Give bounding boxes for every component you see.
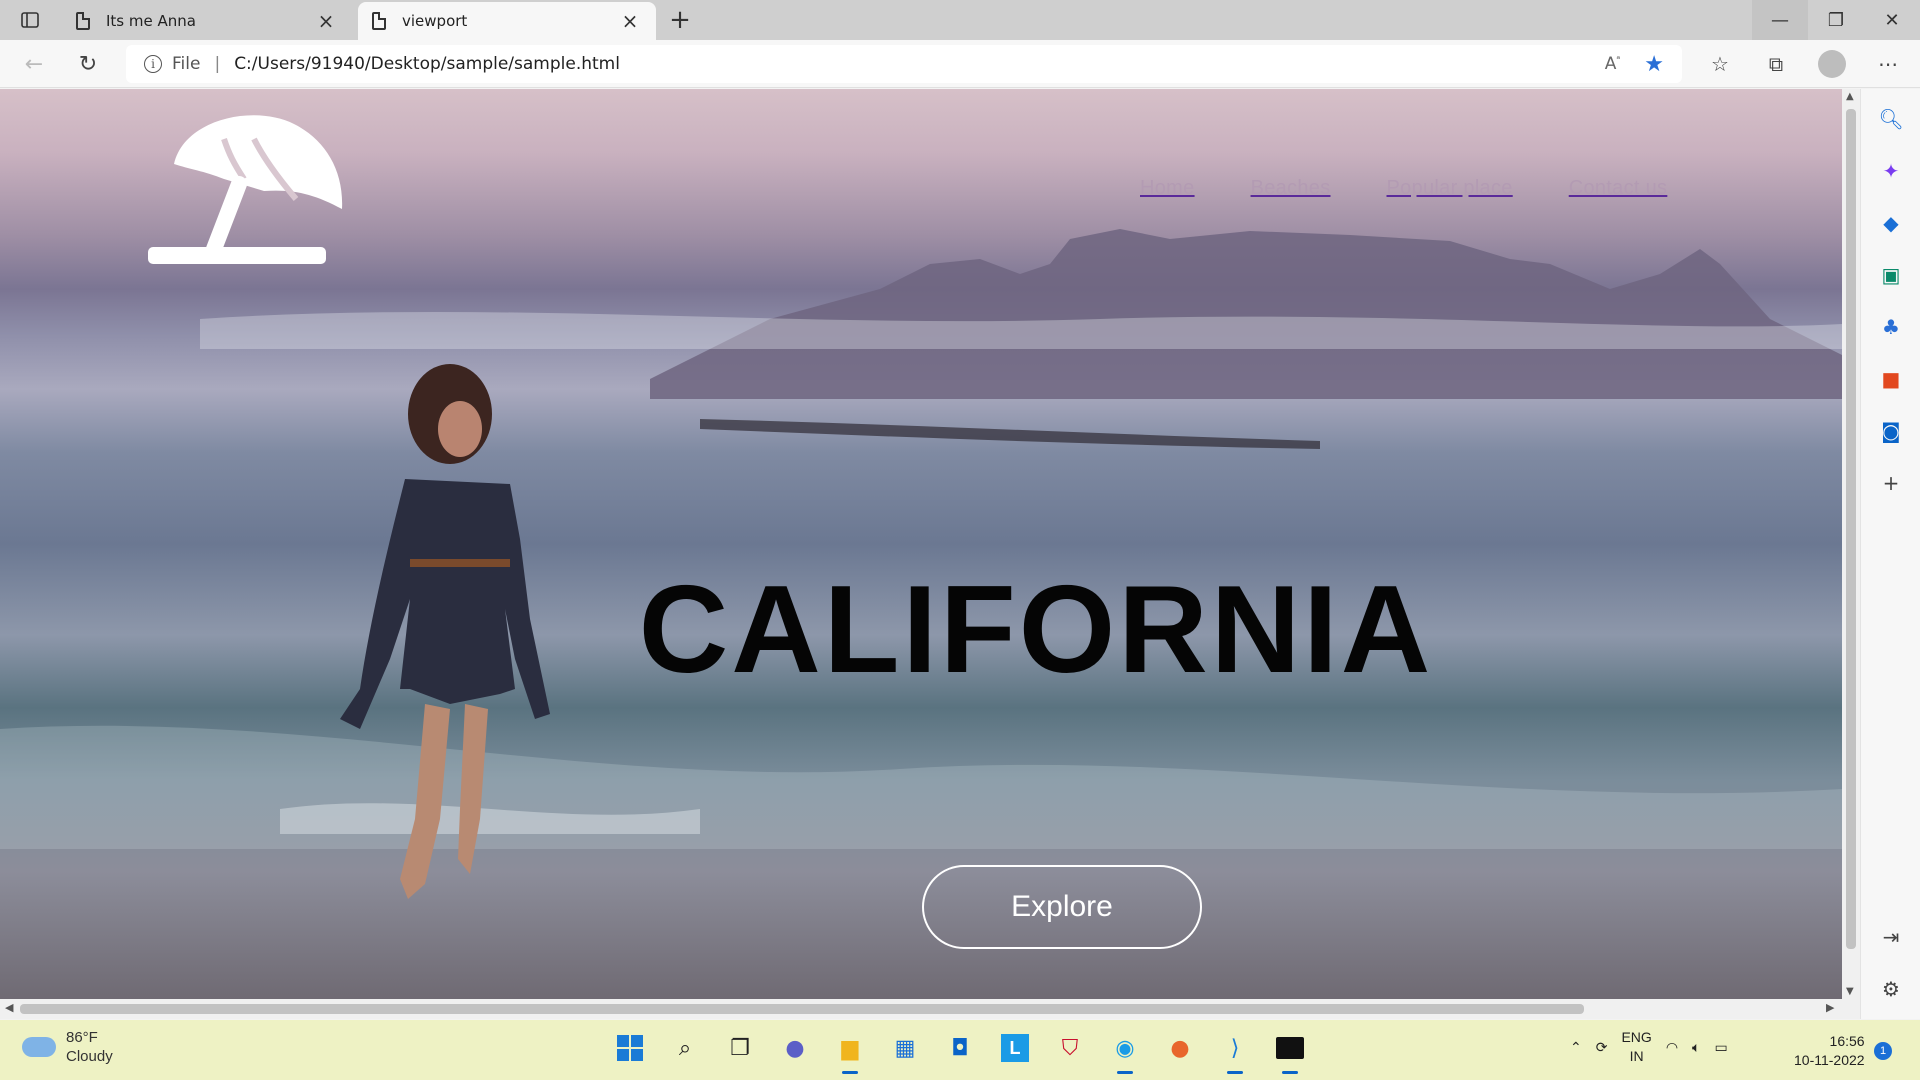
close-window-button[interactable]: ✕: [1864, 0, 1920, 40]
weather-condition: Cloudy: [66, 1048, 113, 1065]
firefox-icon[interactable]: ●: [1160, 1028, 1200, 1068]
search-taskbar-icon[interactable]: ⌕: [665, 1028, 705, 1068]
tab-actions-icon[interactable]: [10, 5, 50, 35]
outlook-icon[interactable]: ◙: [1879, 419, 1903, 443]
games-icon[interactable]: ♣: [1879, 315, 1903, 339]
battery-icon[interactable]: ▭: [1714, 1039, 1727, 1056]
mcafee-icon[interactable]: ⛉: [1050, 1028, 1090, 1068]
read-aloud-icon[interactable]: Aᵃ: [1605, 54, 1621, 74]
tab-label: viewport: [402, 12, 468, 30]
weather-temp: 86°F: [66, 1029, 98, 1046]
address-separator: |: [214, 54, 221, 74]
beach-umbrella-logo-icon[interactable]: [144, 109, 350, 265]
browser-titlebar: Its me Anna × viewport × + — ❐ ✕: [0, 0, 1920, 40]
vertical-scrollbar[interactable]: ▲ ▼: [1842, 89, 1860, 999]
nav-link-popular-place[interactable]: Popular place: [1387, 177, 1513, 200]
copilot-sparkle-icon[interactable]: ✦: [1879, 159, 1903, 183]
more-menu-icon[interactable]: ⋯: [1860, 40, 1916, 88]
new-tab-button[interactable]: +: [664, 4, 696, 36]
language-code: ENG: [1621, 1029, 1652, 1045]
start-windows-icon[interactable]: [610, 1028, 650, 1068]
shopping-tag-icon[interactable]: ◆: [1879, 211, 1903, 235]
vertical-scroll-thumb[interactable]: [1846, 109, 1856, 949]
tab-viewport[interactable]: viewport ×: [358, 2, 656, 40]
close-tab-icon[interactable]: ×: [314, 9, 338, 33]
scroll-left-icon[interactable]: ◀: [5, 1001, 13, 1014]
scroll-down-icon[interactable]: ▼: [1846, 986, 1854, 997]
restore-button[interactable]: ❐: [1808, 0, 1864, 40]
toolbar-icons: ☆ ⧉ ⋯: [1692, 40, 1916, 88]
address-url[interactable]: C:/Users/91940/Desktop/sample/sample.htm…: [234, 54, 1605, 74]
address-scheme: File: [172, 54, 201, 74]
cloud-icon: [22, 1037, 56, 1057]
refresh-icon[interactable]: ↻: [72, 48, 104, 80]
teams-chat-icon[interactable]: ●: [775, 1028, 815, 1068]
page-viewport: Home Beaches Popular place Contact us CA…: [0, 89, 1842, 999]
volume-icon[interactable]: 🔈︎: [1692, 1039, 1700, 1056]
system-tray: ⌃ ⟳ ENG IN ◠ 🔈︎ ▭: [1570, 1028, 1728, 1066]
tools-briefcase-icon[interactable]: ▣: [1879, 263, 1903, 287]
screen: Its me Anna × viewport × + — ❐ ✕ ← ↻ i F…: [0, 0, 1920, 1080]
weather-widget[interactable]: 86°F Cloudy: [22, 1028, 113, 1066]
clock[interactable]: 16:56 10-11-2022: [1794, 1032, 1865, 1070]
settings-gear-icon[interactable]: ⚙: [1879, 977, 1903, 1001]
add-icon[interactable]: +: [1879, 471, 1903, 495]
horizontal-scrollbar[interactable]: ◀ ▶: [0, 999, 1860, 1019]
region-code: IN: [1629, 1048, 1644, 1064]
document-icon: [76, 12, 90, 30]
taskbar-apps: ⌕ ❐ ● ▆ ▦ ◘ L ⛉ ◉ ● ⟩: [610, 1028, 1310, 1074]
info-icon[interactable]: i: [144, 55, 162, 73]
browser-toolbar: ← ↻ i File | C:/Users/91940/Desktop/samp…: [0, 40, 1920, 88]
language-indicator[interactable]: ENG IN: [1621, 1028, 1651, 1066]
minimize-button[interactable]: —: [1752, 0, 1808, 40]
clock-date: 10-11-2022: [1794, 1052, 1865, 1068]
explore-button[interactable]: Explore: [922, 865, 1202, 949]
main-nav: Home Beaches Popular place Contact us: [1140, 177, 1667, 200]
collections-icon[interactable]: ⧉: [1748, 40, 1804, 88]
show-hidden-icons-icon[interactable]: ⌃: [1570, 1039, 1582, 1056]
edge-sidebar: 🔍︎ ✦ ◆ ▣ ♣ ■ ◙ + ⇥ ⚙: [1860, 89, 1920, 1019]
nav-link-beaches[interactable]: Beaches: [1251, 177, 1331, 200]
wifi-icon[interactable]: ◠: [1666, 1039, 1678, 1056]
file-explorer-icon[interactable]: ▆: [830, 1028, 870, 1074]
window-controls: — ❐ ✕: [1752, 0, 1920, 40]
notification-badge[interactable]: 1: [1874, 1042, 1892, 1060]
outlook-taskbar-icon[interactable]: ◘: [940, 1028, 980, 1068]
edge-browser-icon[interactable]: ◉: [1105, 1028, 1145, 1074]
sync-icon[interactable]: ⟳: [1596, 1039, 1608, 1056]
scroll-right-icon[interactable]: ▶: [1826, 1001, 1834, 1014]
scroll-up-icon[interactable]: ▲: [1846, 91, 1854, 102]
document-icon: [372, 12, 386, 30]
task-view-icon[interactable]: ❐: [720, 1028, 760, 1068]
vscode-icon[interactable]: ⟩: [1215, 1028, 1255, 1074]
close-tab-icon[interactable]: ×: [618, 9, 642, 33]
nav-link-home[interactable]: Home: [1140, 177, 1195, 200]
profile-avatar[interactable]: [1804, 40, 1860, 88]
hide-sidebar-icon[interactable]: ⇥: [1879, 925, 1903, 949]
windows-taskbar: 86°F Cloudy ⌕ ❐ ● ▆ ▦ ◘ L ⛉ ◉ ● ⟩ ⌃ ⟳ EN…: [0, 1020, 1920, 1080]
tab-label: Its me Anna: [106, 12, 196, 30]
l-app-icon[interactable]: L: [995, 1028, 1035, 1068]
search-icon[interactable]: 🔍︎: [1878, 107, 1903, 131]
clock-time: 16:56: [1829, 1033, 1865, 1049]
office-icon[interactable]: ■: [1879, 367, 1903, 391]
hero-headline: CALIFORNIA: [638, 561, 1434, 699]
microsoft-store-icon[interactable]: ▦: [885, 1028, 925, 1068]
back-arrow-icon[interactable]: ←: [18, 48, 50, 80]
horizontal-scroll-thumb[interactable]: [20, 1004, 1584, 1014]
nav-link-contact-us[interactable]: Contact us: [1569, 177, 1668, 200]
terminal-icon[interactable]: [1270, 1028, 1310, 1074]
favorites-icon[interactable]: ☆: [1692, 40, 1748, 88]
address-bar[interactable]: i File | C:/Users/91940/Desktop/sample/s…: [126, 45, 1682, 83]
favorite-star-icon[interactable]: ★: [1644, 52, 1664, 77]
tab-its-me-anna[interactable]: Its me Anna ×: [62, 2, 352, 40]
